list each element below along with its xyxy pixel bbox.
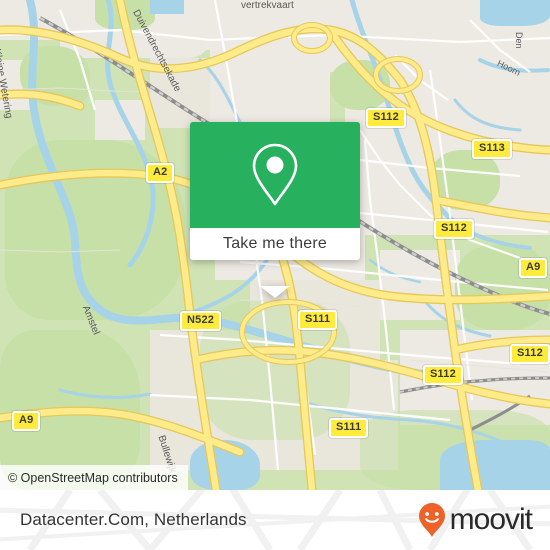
road-shield-a2: A2 (146, 163, 175, 183)
road-shield-s112-1: S112 (366, 108, 406, 128)
map-pin-icon (252, 143, 298, 206)
road-shield-s112-3: S112 (510, 344, 550, 364)
destination-callout[interactable]: Take me there (190, 122, 360, 298)
map-canvas[interactable]: Kleine Wetering Duivendrechtsekade vertr… (0, 0, 550, 490)
road-shield-s111-2: S111 (329, 418, 369, 438)
callout-icon-area (190, 122, 360, 228)
road-shield-a9-2: A9 (12, 411, 41, 431)
road-shield-s113: S113 (472, 139, 512, 159)
attribution-text: © OpenStreetMap contributors (8, 470, 178, 485)
map-attribution: © OpenStreetMap contributors (0, 465, 188, 490)
map-screenshot: Kleine Wetering Duivendrechtsekade vertr… (0, 0, 550, 550)
moovit-logo[interactable]: moovit (418, 490, 533, 550)
road-shield-s112-4: S112 (423, 365, 463, 385)
footer-bar: Datacenter.Com, Netherlands moovit (0, 490, 550, 550)
moovit-wordmark: moovit (449, 503, 533, 536)
road-shield-s111-1: S111 (298, 310, 338, 330)
place-title-text: Datacenter.Com, Netherlands (20, 510, 247, 529)
road-shield-s112-2: S112 (434, 219, 474, 239)
place-title: Datacenter.Com, Netherlands (20, 490, 247, 550)
road-shield-a9-1: A9 (519, 258, 548, 278)
take-me-there-button[interactable]: Take me there (190, 228, 360, 260)
take-me-there-label: Take me there (223, 235, 327, 252)
callout-pointer (260, 286, 290, 298)
moovit-smile-pin-icon (418, 503, 445, 537)
road-shield-n522: N522 (180, 311, 222, 331)
